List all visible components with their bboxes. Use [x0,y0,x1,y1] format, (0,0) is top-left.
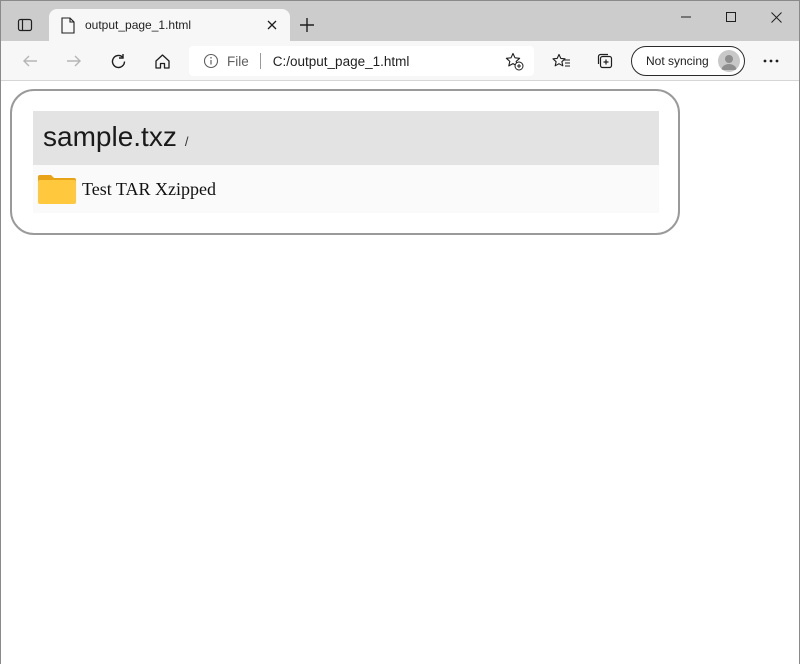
home-icon [154,53,170,69]
maximize-icon [726,12,736,22]
tab-strip: output_page_1.html [1,1,799,41]
info-icon[interactable] [203,53,219,69]
address-url[interactable]: C:/output_page_1.html [273,54,500,69]
maximize-button[interactable] [708,1,754,33]
refresh-button[interactable] [104,47,132,75]
archive-panel: sample.txz / Test TAR Xzipped [10,89,680,235]
back-button[interactable] [16,47,44,75]
avatar [718,50,740,72]
tab-actions-icon[interactable] [9,10,41,40]
minimize-icon [681,16,691,18]
folder-icon [38,175,76,204]
refresh-icon [111,53,125,68]
forward-button[interactable] [60,47,88,75]
plus-icon [300,18,314,32]
address-divider [259,53,261,69]
address-scheme: File [227,53,249,69]
address-bar[interactable]: File C:/output_page_1.html [189,46,534,76]
list-item[interactable]: Test TAR Xzipped [33,165,659,213]
close-icon [770,11,782,23]
archive-path: / [184,134,189,149]
forward-arrow-icon [67,55,81,67]
minimize-button[interactable] [663,1,709,33]
profile-sync-button[interactable]: Not syncing [631,46,745,76]
close-icon[interactable] [262,15,282,35]
more-button[interactable] [757,47,785,75]
folder-name: Test TAR Xzipped [82,178,216,199]
favorites-icon [551,53,570,67]
page-title: sample.txz [43,121,177,152]
collections-icon [597,53,613,69]
sync-status: Not syncing [646,54,709,68]
browser-toolbar: File C:/output_page_1.html Not syncing [1,41,799,81]
tab-title: output_page_1.html [85,18,192,32]
star-add-icon[interactable] [500,47,528,75]
page-content: sample.txz / Test TAR Xzipped [1,82,799,664]
browser-window: output_page_1.html File C:/output_page_1… [0,0,800,664]
back-arrow-icon [23,55,37,67]
more-icon [763,59,779,63]
close-window-button[interactable] [753,1,799,33]
favorites-button[interactable] [547,47,575,75]
collections-button[interactable] [591,47,619,75]
tab-active[interactable]: output_page_1.html [49,9,290,41]
home-button[interactable] [148,47,176,75]
file-icon [61,16,75,34]
archive-header: sample.txz / [33,111,659,165]
new-tab-button[interactable] [295,13,319,37]
